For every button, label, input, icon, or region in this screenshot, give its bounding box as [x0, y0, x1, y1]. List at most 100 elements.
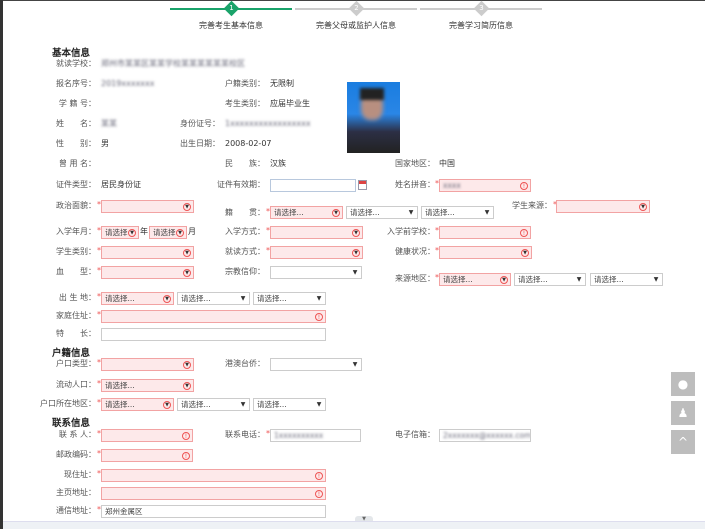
dropdown-icon: ▼: [576, 275, 582, 283]
phone-input[interactable]: 1xxxxxxxxxx: [270, 429, 361, 442]
step-3-label[interactable]: 完善学习简历信息: [421, 20, 541, 31]
chevron-up-icon: ^: [677, 435, 689, 449]
pinyin-input[interactable]: xxxx!: [439, 179, 531, 192]
step-1-number: 1: [229, 4, 234, 12]
dropdown-icon: ▼: [240, 294, 246, 302]
native-province-select[interactable]: 请选择... ▼: [270, 206, 343, 219]
religion-select[interactable]: ▼: [270, 266, 362, 279]
section-contact-info: 联系信息: [52, 418, 91, 429]
dropdown-icon: ▼: [163, 294, 171, 303]
birth-value: 2008-02-07: [225, 139, 272, 148]
study-mode-label: 就读方式：: [225, 247, 265, 256]
hukou-kind-select[interactable]: ▼: [101, 358, 194, 371]
window-left-border: [0, 0, 3, 529]
political-label: 政治面貌：: [56, 201, 96, 210]
hukou-area-label: 户口所在地区：: [40, 399, 96, 408]
birthplace-province-select[interactable]: 请选择... ▼: [101, 292, 174, 305]
home-addr-input[interactable]: !: [101, 310, 326, 323]
zip-label: 邮政编码：: [56, 450, 96, 459]
floating-select[interactable]: 请选择... ▼: [101, 379, 194, 392]
current-addr-label: 现住址：: [64, 470, 96, 479]
specialty-input[interactable]: [101, 328, 326, 341]
hukou-area-district-select[interactable]: 请选择... ▼: [253, 398, 326, 411]
warning-icon: !: [315, 312, 323, 321]
birthplace-city-select[interactable]: 请选择... ▼: [177, 292, 250, 305]
section-household-info: 户籍信息: [52, 348, 91, 359]
dropdown-icon: ▼: [500, 275, 508, 284]
phone-value: 1xxxxxxxxxx: [274, 431, 324, 440]
native-city-select[interactable]: 请选择... ▼: [346, 206, 418, 219]
former-name-label: 曾 用 名：: [58, 159, 96, 168]
blood-select[interactable]: ▼: [101, 266, 194, 279]
dropdown-icon: ▼: [183, 360, 191, 369]
student-cat-label: 学生类别：: [56, 247, 96, 256]
school-label: 就读学校：: [56, 59, 96, 68]
select-placeholder: 请选择...: [350, 208, 380, 217]
hukou-area-province-select[interactable]: 请选择... ▼: [101, 398, 174, 411]
calendar-icon[interactable]: [358, 180, 367, 190]
study-mode-select[interactable]: ▼: [270, 246, 363, 259]
select-placeholder: 请选择...: [181, 400, 211, 409]
select-placeholder: 请选择...: [594, 275, 624, 284]
enroll-label: 入学年月：: [56, 227, 96, 236]
mail-addr-input[interactable]: 郑州金属区: [101, 505, 326, 518]
dropdown-icon: ▼: [484, 208, 490, 216]
birthplace-district-select[interactable]: 请选择... ▼: [253, 292, 326, 305]
hmt-select[interactable]: ▼: [270, 358, 362, 371]
enroll-mode-label: 入学方式：: [225, 227, 265, 236]
warning-icon: !: [520, 181, 528, 190]
source-label: 学生来源：: [512, 201, 552, 210]
native-district-select[interactable]: 请选择... ▼: [421, 206, 494, 219]
dropdown-icon: ▼: [521, 248, 529, 257]
specialty-label: 特 长：: [56, 329, 96, 338]
qq-button[interactable]: ♟: [671, 401, 695, 425]
native-label: 籍 贯：: [225, 208, 265, 217]
email-input[interactable]: 2xxxxxxx@xxxxxx.com: [439, 429, 531, 442]
prev-school-input[interactable]: !: [439, 226, 531, 239]
cert-valid-label: 证件有效期：: [217, 180, 265, 189]
cert-valid-input[interactable]: [270, 179, 356, 192]
source-area-city-select[interactable]: 请选择... ▼: [514, 273, 586, 286]
back-to-top-button[interactable]: ^: [671, 430, 695, 454]
source-area-district-select[interactable]: 请选择... ▼: [590, 273, 663, 286]
prev-school-label: 入学前学校：: [387, 227, 435, 236]
phone-label: 联系电话：: [225, 430, 265, 439]
step-2-marker: 2: [348, 0, 365, 17]
mail-addr-label: 通信地址：: [56, 506, 96, 515]
cert-type-label: 证件类型：: [56, 180, 96, 189]
student-cat-select[interactable]: ▼: [101, 246, 194, 259]
birth-label: 出生日期：: [180, 139, 220, 148]
step-3-marker: 3: [473, 0, 490, 17]
source-area-province-select[interactable]: 请选择... ▼: [439, 273, 511, 286]
step-1-marker: 1: [223, 0, 240, 17]
wechat-button[interactable]: ●: [671, 372, 695, 396]
homepage-input[interactable]: !: [101, 487, 326, 500]
month-suffix: 月: [188, 227, 196, 236]
enroll-year-select[interactable]: 请选择 ▼: [101, 226, 139, 239]
exam-type-label: 考生类别：: [225, 99, 265, 108]
political-select[interactable]: ▼: [101, 200, 194, 213]
current-addr-input[interactable]: !: [101, 469, 326, 482]
dropdown-icon: ▼: [183, 268, 191, 277]
health-select[interactable]: ▼: [439, 246, 532, 259]
dropdown-icon: ▼: [316, 294, 322, 302]
enroll-mode-select[interactable]: ▼: [270, 226, 363, 239]
enroll-month-select[interactable]: 请选择 ▼: [149, 226, 187, 239]
step-1-label[interactable]: 完善考生基本信息: [171, 20, 291, 31]
select-placeholder: 请选择: [153, 228, 176, 237]
dropdown-icon: ▼: [163, 400, 171, 409]
hukou-type-value: 无限制: [270, 79, 294, 88]
zip-input[interactable]: !: [101, 449, 193, 462]
warning-icon: !: [520, 228, 528, 237]
source-select[interactable]: ▼: [556, 200, 650, 213]
reg-no-value: 2019xxxxxxx: [101, 79, 155, 88]
select-placeholder: 请选择...: [181, 294, 211, 303]
floating-label: 流动人口：: [56, 380, 96, 389]
mail-addr-value: 郑州金属区: [105, 507, 143, 516]
step-2-label[interactable]: 完善父母或监护人信息: [296, 20, 416, 31]
pinyin-value: xxxx: [443, 181, 461, 190]
health-label: 健康状况：: [395, 247, 435, 256]
hukou-area-city-select[interactable]: 请选择... ▼: [177, 398, 250, 411]
contact-person-input[interactable]: !: [101, 429, 193, 442]
warning-icon: !: [315, 471, 323, 480]
